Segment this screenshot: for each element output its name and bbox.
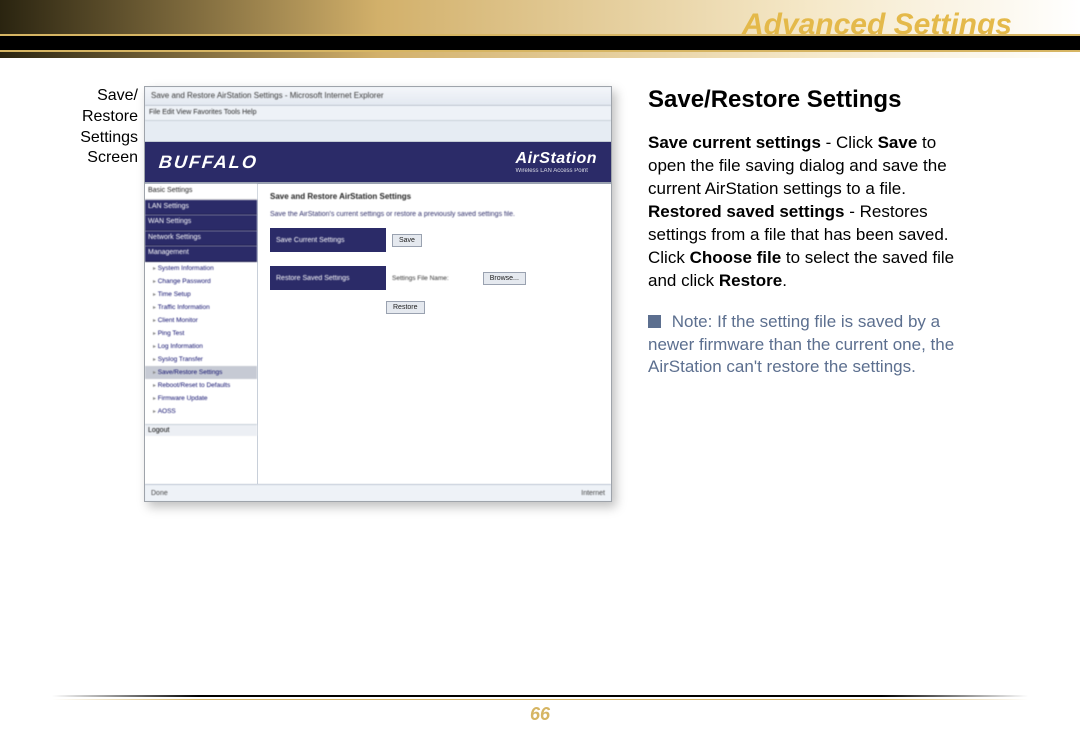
note-square-icon — [648, 315, 661, 328]
sidebar-item[interactable]: Syslog Transfer — [145, 353, 257, 366]
restore-settings-row: Restore Saved Settings Settings File Nam… — [270, 266, 599, 290]
bold-text: Restored saved settings — [648, 202, 845, 221]
section-heading: Save/Restore Settings — [648, 86, 966, 114]
bold-text: Choose file — [690, 248, 782, 267]
header-divider — [0, 36, 1080, 50]
sidebar: Basic Settings LAN Settings WAN Settings… — [145, 184, 258, 484]
page-number: 66 — [0, 704, 1080, 725]
paragraph-1: Save current settings - Click Save to op… — [648, 132, 966, 293]
sidebar-item[interactable]: Ping Test — [145, 327, 257, 340]
page-header: Advanced Settings — [0, 0, 1080, 58]
buffalo-logo: BUFFALO — [158, 152, 259, 173]
sidebar-item[interactable]: System Information — [145, 262, 257, 275]
run: - Click — [821, 133, 878, 152]
sidebar-item[interactable]: Change Password — [145, 275, 257, 288]
sidebar-item[interactable]: Traffic Information — [145, 301, 257, 314]
note-label: Note: — [667, 312, 717, 331]
main-pane: Save and Restore AirStation Settings Sav… — [258, 184, 611, 484]
footer-rule-inner — [52, 699, 1028, 700]
save-button[interactable]: Save — [392, 234, 422, 247]
sidebar-item[interactable]: Firmware Update — [145, 392, 257, 405]
sidebar-item-save-restore[interactable]: Save/Restore Settings — [145, 366, 257, 379]
menu-bar: File Edit View Favorites Tools Help — [145, 106, 611, 121]
pane-description: Save the AirStation's current settings o… — [270, 211, 599, 218]
page-footer: 66 — [0, 695, 1080, 747]
bold-text: Restore — [719, 271, 782, 290]
screenshot-caption: Save/ Restore Settings Screen — [70, 86, 144, 502]
sidebar-item[interactable]: Time Setup — [145, 288, 257, 301]
page-body: Save/ Restore Settings Screen Save and R… — [0, 58, 1080, 522]
footer-rule-outer — [52, 695, 1028, 697]
sidebar-item[interactable]: Reboot/Reset to Defaults — [145, 379, 257, 392]
pane-title: Save and Restore AirStation Settings — [270, 192, 599, 201]
sidebar-group[interactable]: Network Settings — [145, 231, 257, 247]
airstation-subtitle: Wireless LAN Access Point — [516, 168, 597, 174]
restore-button[interactable]: Restore — [386, 301, 425, 314]
caption-line: Screen — [87, 149, 138, 166]
status-bar: Done Internet — [145, 484, 611, 501]
sidebar-item[interactable]: Client Monitor — [145, 314, 257, 327]
browse-button[interactable]: Browse... — [483, 272, 526, 285]
embedded-screenshot: Save and Restore AirStation Settings - M… — [144, 86, 612, 502]
tool-bar — [145, 121, 611, 142]
sidebar-logout[interactable]: Logout — [145, 424, 257, 436]
explanation-column: Save/Restore Settings Save current setti… — [648, 86, 966, 502]
sidebar-group[interactable]: LAN Settings — [145, 200, 257, 216]
run: . — [782, 271, 787, 290]
caption-line: Restore — [82, 108, 138, 125]
window-titlebar: Save and Restore AirStation Settings - M… — [145, 87, 611, 106]
save-settings-label: Save Current Settings — [270, 237, 386, 244]
brand-banner: BUFFALO AirStation Wireless LAN Access P… — [145, 142, 611, 182]
note-paragraph: Note: If the setting file is saved by a … — [648, 311, 966, 380]
sidebar-item[interactable]: AOSS — [145, 405, 257, 418]
save-settings-row: Save Current Settings Save — [270, 228, 599, 252]
file-name-label: Settings File Name: — [392, 275, 449, 282]
sidebar-group[interactable]: Basic Settings — [145, 184, 257, 200]
status-right: Internet — [581, 490, 605, 497]
config-area: Basic Settings LAN Settings WAN Settings… — [145, 182, 611, 484]
sidebar-item[interactable]: Log Information — [145, 340, 257, 353]
caption-line: Save/ — [97, 87, 138, 104]
airstation-logo: AirStation — [516, 150, 597, 167]
status-left: Done — [151, 490, 168, 497]
screenshot-column: Save and Restore AirStation Settings - M… — [144, 86, 624, 502]
sidebar-group[interactable]: WAN Settings — [145, 215, 257, 231]
bold-text: Save current settings — [648, 133, 821, 152]
caption-line: Settings — [80, 129, 138, 146]
bold-text: Save — [878, 133, 918, 152]
restore-settings-label: Restore Saved Settings — [270, 275, 386, 282]
sidebar-group[interactable]: Management — [145, 246, 257, 262]
